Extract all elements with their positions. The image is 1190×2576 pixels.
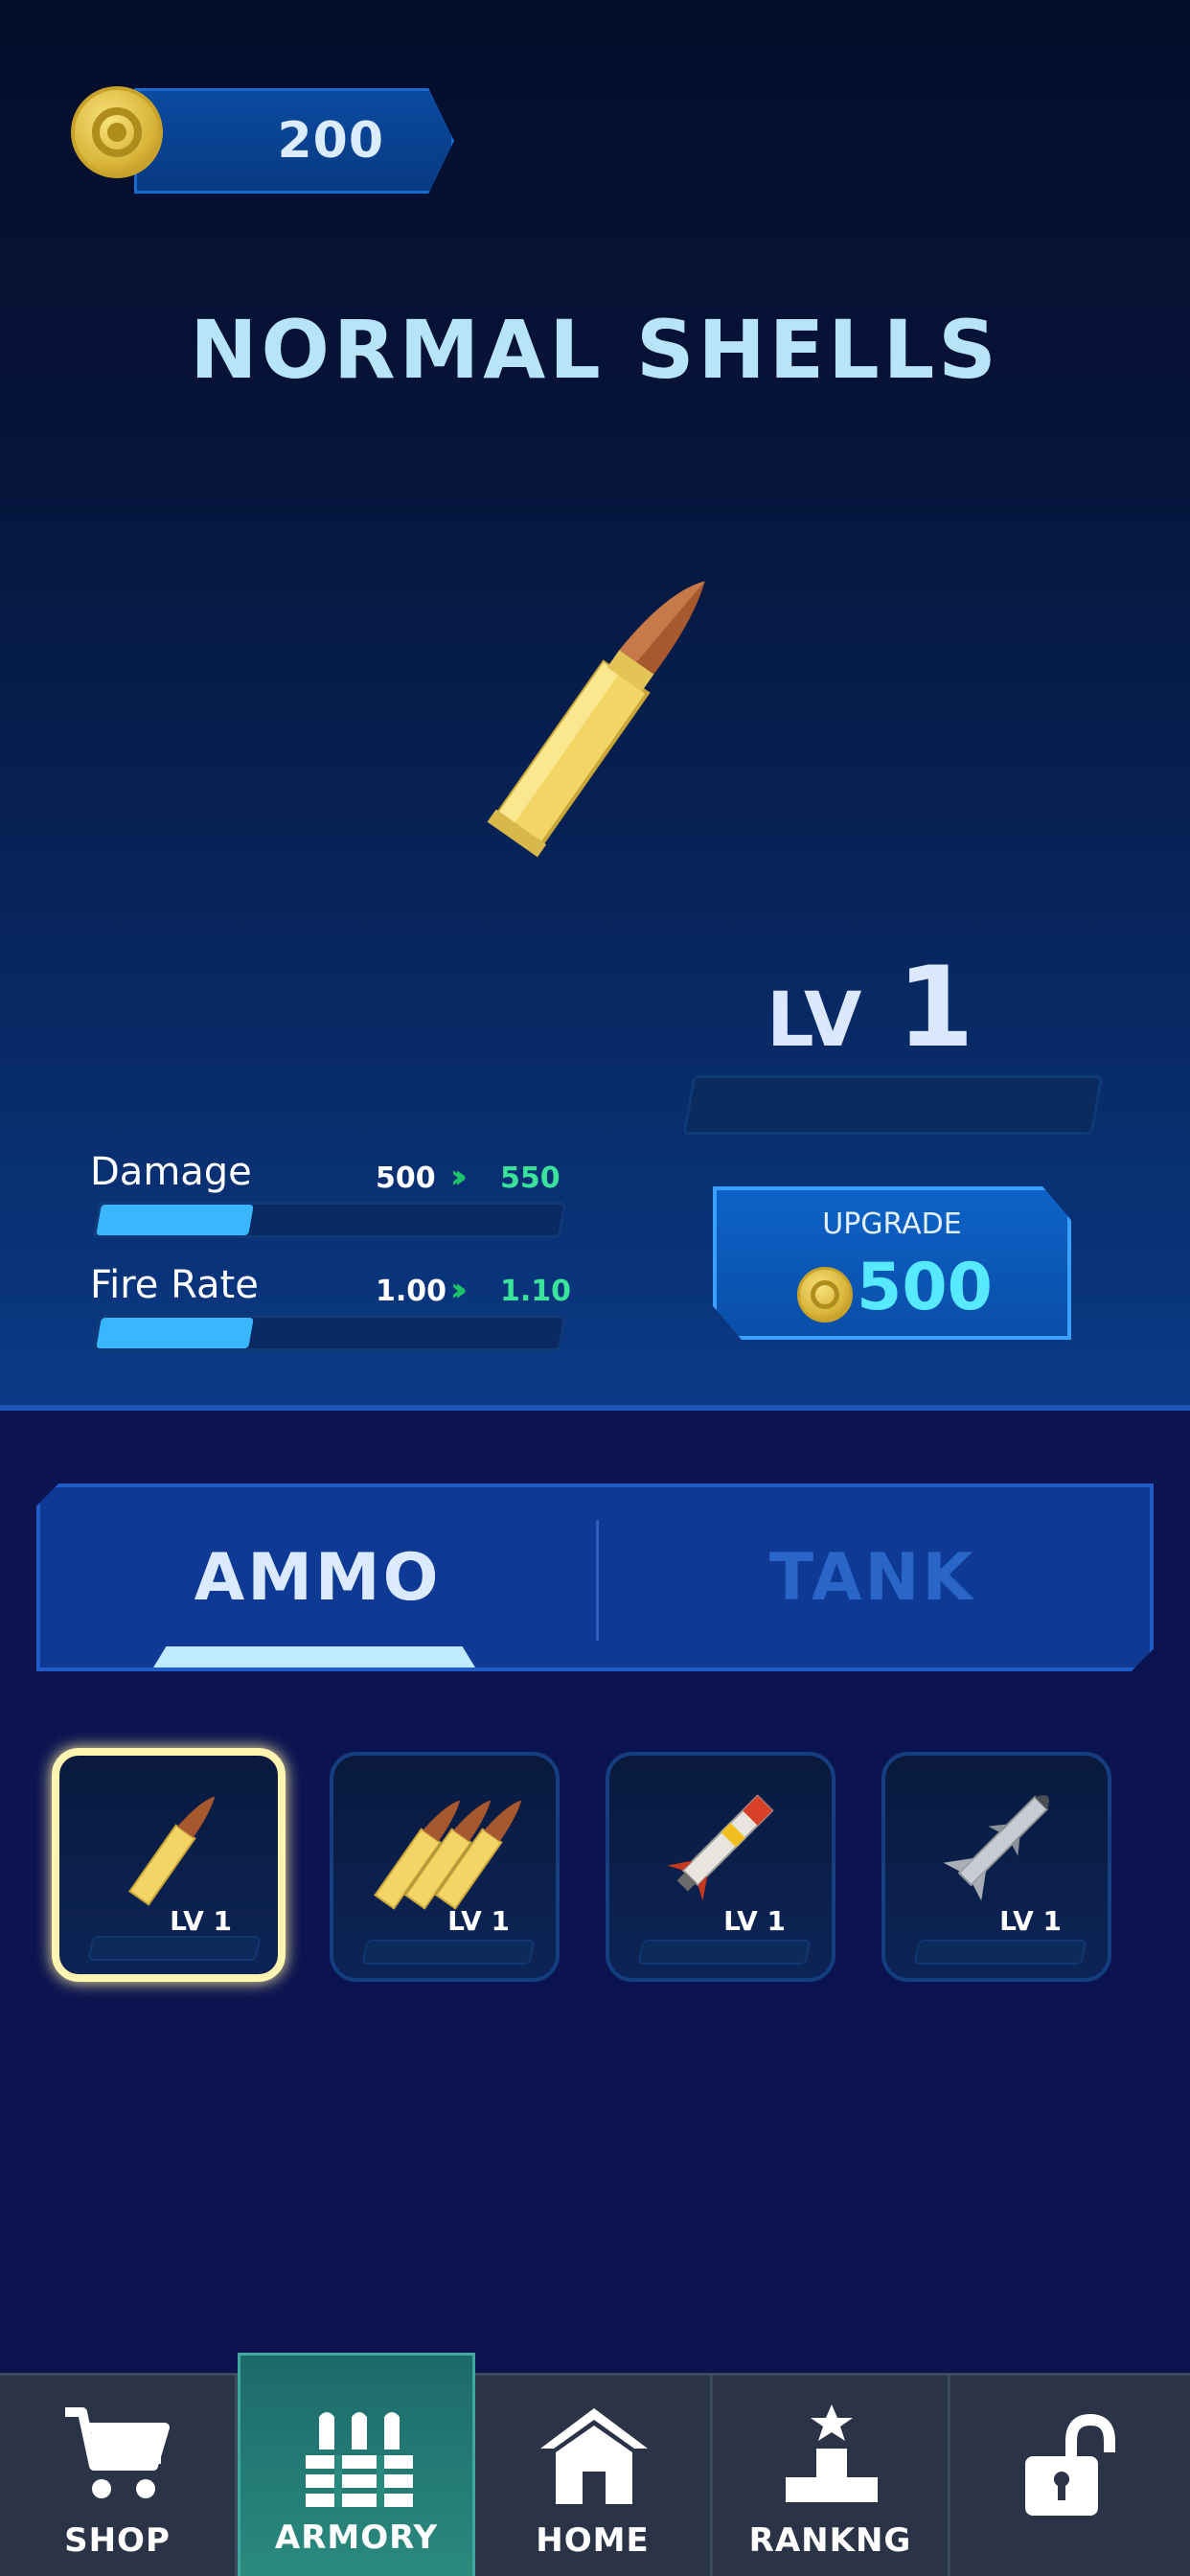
level-label: LV — [767, 978, 862, 1064]
stat-damage-bar — [92, 1202, 567, 1238]
single-bullet-icon — [128, 1796, 216, 1906]
tab-ammo[interactable]: AMMO — [40, 1487, 595, 1668]
stat-damage-current: 500 — [376, 1162, 436, 1195]
coin-icon — [797, 1267, 853, 1322]
bullet-icon — [487, 581, 705, 858]
ammo-card-missile[interactable]: LV 1 — [881, 1752, 1111, 1982]
upgrade-arrow-icon: ›› — [450, 1271, 468, 1309]
home-icon — [540, 2408, 648, 2504]
stat-firerate-next: 1.10 — [500, 1275, 572, 1308]
coin-amount: 200 — [277, 112, 384, 170]
upgrade-label: UPGRADE — [822, 1208, 962, 1241]
ammo-card-progress — [361, 1940, 536, 1965]
upgrade-button[interactable]: UPGRADE 500 — [713, 1186, 1071, 1340]
nav-armory[interactable]: ARMORY — [238, 2353, 475, 2576]
rocket-icon — [667, 1794, 774, 1901]
nav-label: HOME — [536, 2521, 650, 2560]
stat-damage-next: 550 — [500, 1162, 561, 1195]
stat-firerate-bar — [92, 1315, 567, 1351]
nav-label: SHOP — [64, 2521, 171, 2560]
item-title: NORMAL SHELLS — [190, 303, 1000, 397]
triple-bullets-icon — [374, 1800, 522, 1910]
podium-icon — [786, 2404, 878, 2502]
missile-icon — [943, 1795, 1049, 1901]
coin-icon — [71, 86, 163, 178]
active-tab-indicator — [153, 1646, 475, 1668]
stat-damage-label: Damage — [90, 1150, 252, 1194]
nav-home[interactable]: HOME — [475, 2376, 713, 2576]
ammo-card-normal-shells[interactable]: LV 1 — [52, 1748, 286, 1982]
ammo-card-level: LV 1 — [999, 1905, 1062, 1937]
ammo-card-progress — [87, 1936, 262, 1961]
ammo-card-progress — [637, 1940, 812, 1965]
upgrade-arrow-icon: ›› — [450, 1158, 468, 1196]
ammo-rack-icon — [306, 2412, 413, 2507]
upgrade-price: 500 — [857, 1250, 993, 1325]
tab-bar: AMMO TANK — [36, 1484, 1154, 1671]
nav-unlock[interactable] — [950, 2376, 1190, 2576]
ammo-card-level: LV 1 — [447, 1905, 510, 1937]
ammo-card-level: LV 1 — [723, 1905, 786, 1937]
stat-firerate-current: 1.00 — [376, 1275, 447, 1308]
level-progress-bar — [682, 1075, 1104, 1135]
unlock-icon — [1025, 2414, 1115, 2516]
tab-tank[interactable]: TANK — [595, 1487, 1150, 1668]
nav-shop[interactable]: SHOP — [0, 2376, 238, 2576]
coin-counter: 200 — [134, 88, 454, 194]
cart-icon — [65, 2407, 170, 2498]
nav-label: ARMORY — [274, 2518, 439, 2557]
ammo-card-triple[interactable]: LV 1 — [330, 1752, 560, 1982]
ammo-card-rocket[interactable]: LV 1 — [606, 1752, 835, 1982]
ammo-card-progress — [913, 1940, 1087, 1965]
stat-damage-fill — [96, 1205, 254, 1235]
nav-label: RANKNG — [748, 2521, 912, 2560]
ammo-card-level: LV 1 — [170, 1905, 232, 1937]
bottom-nav: SHOP ARMORY HOME RANKNG — [0, 2353, 1190, 2576]
stat-firerate-fill — [96, 1318, 254, 1348]
nav-ranking[interactable]: RANKNG — [713, 2376, 950, 2576]
stat-firerate-label: Fire Rate — [90, 1263, 259, 1307]
level-value: 1 — [897, 943, 974, 1072]
